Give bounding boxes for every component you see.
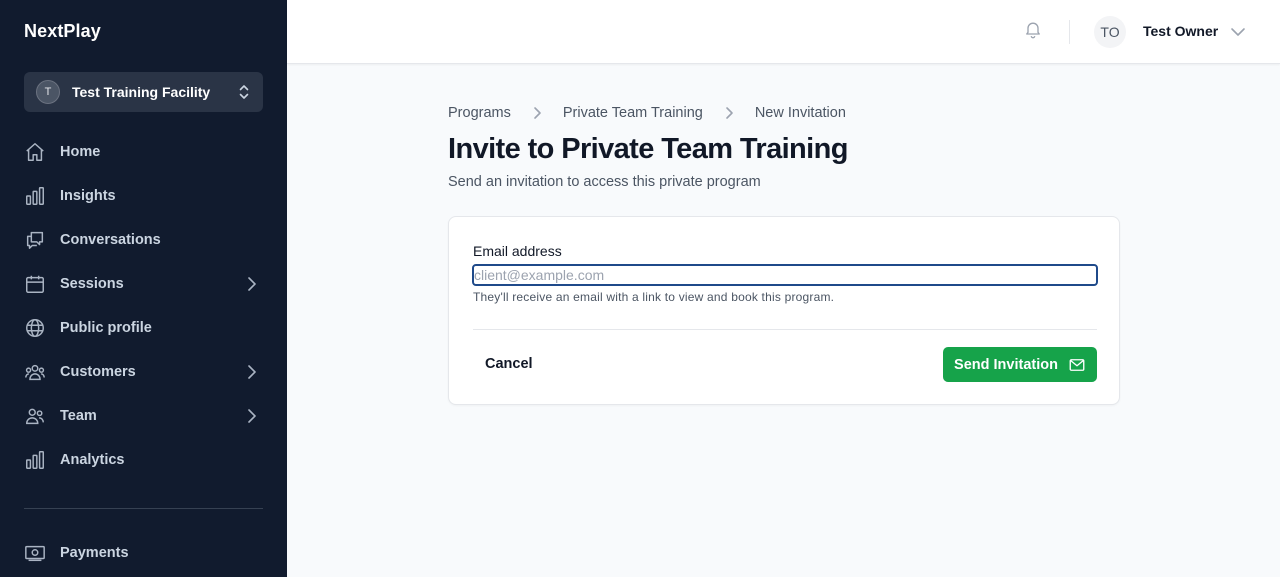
sidebar-item-label: Insights xyxy=(60,188,116,204)
sidebar-item-label: Public profile xyxy=(60,320,152,336)
chevron-up-down-icon xyxy=(239,85,249,99)
sidebar-item-conversations[interactable]: Conversations xyxy=(24,218,263,262)
facility-switcher[interactable]: T Test Training Facility xyxy=(24,72,263,112)
bar-chart-icon xyxy=(24,185,46,207)
chevron-right-icon xyxy=(726,107,733,119)
chevron-right-icon xyxy=(534,107,541,119)
globe-icon xyxy=(24,317,46,339)
user-menu-name[interactable]: Test Owner xyxy=(1143,23,1218,39)
chevron-right-icon[interactable] xyxy=(245,364,259,380)
users-icon xyxy=(24,361,46,383)
team-icon xyxy=(24,405,46,427)
breadcrumb-program[interactable]: Private Team Training xyxy=(563,105,703,121)
sidebar-item-label: Sessions xyxy=(60,276,124,292)
sidebar-item-public-profile[interactable]: Public profile xyxy=(24,306,263,350)
breadcrumb-current: New Invitation xyxy=(754,105,846,121)
sidebar-item-label: Analytics xyxy=(60,452,125,468)
sidebar-divider xyxy=(24,508,263,509)
sidebar-item-label: Conversations xyxy=(60,232,161,248)
sidebar-item-label: Team xyxy=(60,408,97,424)
cash-icon xyxy=(24,542,46,564)
breadcrumb: Programs Private Team Training New Invit… xyxy=(448,105,846,121)
cancel-button[interactable]: Cancel xyxy=(473,347,545,381)
bell-icon[interactable] xyxy=(1023,19,1043,39)
sidebar-nav: Home Insights Conversations Sessions Pub… xyxy=(24,130,263,482)
top-bar: TO Test Owner xyxy=(287,0,1280,64)
send-invitation-button[interactable]: Send Invitation xyxy=(943,347,1097,382)
brand-logo[interactable]: NextPlay xyxy=(24,21,101,42)
sidebar-bottom-nav: Payments xyxy=(24,531,263,575)
page-subtitle: Send an invitation to access this privat… xyxy=(448,174,761,190)
sidebar-item-payments[interactable]: Payments xyxy=(24,531,263,575)
sidebar-item-label: Home xyxy=(60,144,101,160)
sidebar-item-customers[interactable]: Customers xyxy=(24,350,263,394)
sidebar-item-label: Payments xyxy=(60,545,129,561)
calendar-icon xyxy=(24,273,46,295)
sidebar-item-home[interactable]: Home xyxy=(24,130,263,174)
chevron-right-icon[interactable] xyxy=(245,408,259,424)
sidebar-item-sessions[interactable]: Sessions xyxy=(24,262,263,306)
facility-name: Test Training Facility xyxy=(72,84,211,100)
home-icon xyxy=(24,141,46,163)
sidebar: NextPlay T Test Training Facility Home I… xyxy=(0,0,287,577)
sidebar-item-team[interactable]: Team xyxy=(24,394,263,438)
chevron-right-icon[interactable] xyxy=(245,276,259,292)
mail-icon xyxy=(1069,358,1085,371)
form-divider xyxy=(473,329,1097,330)
email-input[interactable] xyxy=(472,264,1098,286)
facility-avatar: T xyxy=(36,80,60,104)
chevron-down-icon[interactable] xyxy=(1230,24,1246,40)
invitation-form-card: Email address They'll receive an email w… xyxy=(448,216,1120,405)
email-label: Email address xyxy=(473,243,562,259)
sidebar-item-analytics[interactable]: Analytics xyxy=(24,438,263,482)
sidebar-item-label: Customers xyxy=(60,364,136,380)
bar-chart-icon xyxy=(24,449,46,471)
send-invitation-label: Send Invitation xyxy=(954,356,1058,373)
breadcrumb-programs[interactable]: Programs xyxy=(448,105,511,121)
sidebar-item-insights[interactable]: Insights xyxy=(24,174,263,218)
topbar-divider xyxy=(1069,20,1070,44)
user-avatar[interactable]: TO xyxy=(1094,16,1126,48)
page-title: Invite to Private Team Training xyxy=(448,133,848,165)
email-hint: They'll receive an email with a link to … xyxy=(473,290,835,304)
chat-icon xyxy=(24,229,46,251)
